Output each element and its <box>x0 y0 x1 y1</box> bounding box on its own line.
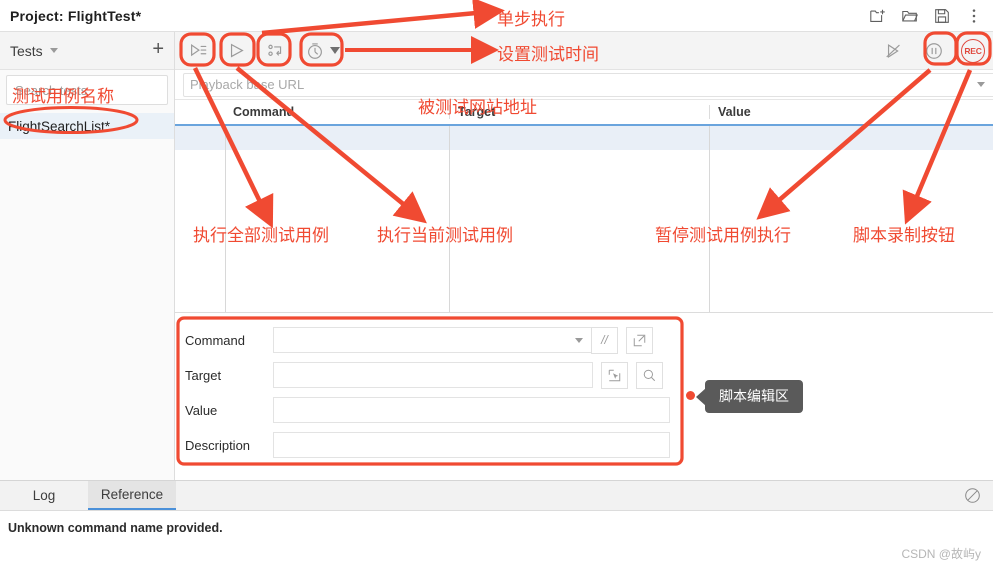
step-execution-button[interactable] <box>263 38 289 64</box>
no-entry-icon <box>965 488 980 503</box>
tests-header-label: Tests <box>10 42 43 59</box>
cursor-select-icon <box>608 369 621 381</box>
console-area: Log Reference Unknown command name provi… <box>0 480 993 568</box>
run-current-test-button[interactable] <box>224 38 250 64</box>
chevron-down-icon <box>330 47 340 54</box>
column-header-command: Command <box>233 105 295 119</box>
playback-toolbar: REC <box>175 32 993 70</box>
description-input[interactable] <box>273 432 670 458</box>
table-header: Command Target Value <box>175 100 993 126</box>
playback-url-row <box>175 70 993 100</box>
command-editor: Command // Target Value Description <box>175 312 993 480</box>
console-message: Unknown command name provided. <box>8 521 223 535</box>
command-editor-form: Command // Target Value Description <box>185 326 685 458</box>
column-header-value: Value <box>709 105 993 119</box>
value-input[interactable] <box>273 397 670 423</box>
more-options-icon[interactable] <box>965 7 983 25</box>
tab-reference[interactable]: Reference <box>88 481 176 510</box>
editor-panel: REC Command Target Value <box>175 32 993 480</box>
chevron-down-icon[interactable] <box>49 48 58 53</box>
tab-log[interactable]: Log <box>0 481 88 510</box>
description-label: Description <box>185 437 251 453</box>
value-label: Value <box>185 402 218 418</box>
toolbar-right-group: REC <box>881 38 985 64</box>
clear-log-button[interactable] <box>964 481 993 510</box>
run-all-tests-button[interactable] <box>185 38 211 64</box>
open-project-icon[interactable] <box>901 7 919 25</box>
description-row: Description <box>185 432 685 458</box>
external-link-icon <box>633 334 646 346</box>
search-input[interactable] <box>13 81 193 99</box>
save-project-icon[interactable] <box>933 7 951 25</box>
comment-slash-icon: // <box>601 333 608 347</box>
command-label: Command <box>185 332 245 348</box>
target-row: Target <box>185 361 685 389</box>
test-speed-button[interactable] <box>302 38 340 64</box>
search-icon <box>643 369 656 381</box>
disable-breakpoints-button[interactable] <box>881 38 907 64</box>
table-row[interactable] <box>175 126 993 150</box>
select-target-button[interactable] <box>601 361 628 389</box>
record-button[interactable]: REC <box>961 38 985 63</box>
tab-log-label: Log <box>32 488 56 503</box>
playback-url-input[interactable] <box>183 72 993 97</box>
tab-reference-label: Reference <box>100 487 164 502</box>
commands-table: Command Target Value <box>175 100 993 312</box>
comment-toggle-button[interactable]: // <box>591 326 618 354</box>
tests-header: Tests + <box>0 32 174 70</box>
add-test-button[interactable]: + <box>150 39 166 62</box>
open-command-docs-button[interactable] <box>626 326 653 354</box>
pause-button[interactable] <box>921 38 947 64</box>
value-row: Value <box>185 397 685 423</box>
tests-list: FlightSearchList* <box>0 113 174 139</box>
command-row: Command // <box>185 326 685 354</box>
test-item-label: FlightSearchList* <box>8 118 111 134</box>
command-input[interactable] <box>273 327 593 353</box>
list-item[interactable]: FlightSearchList* <box>0 113 174 139</box>
page-title: Project: FlightTest* <box>10 7 142 24</box>
project-actions <box>869 0 987 31</box>
table-grid-lines <box>175 126 993 312</box>
target-label: Target <box>185 367 222 383</box>
console-tabs: Log Reference <box>0 481 993 511</box>
main-split: Tests + FlightSearchList* <box>0 32 993 480</box>
target-input[interactable] <box>273 362 593 388</box>
new-project-icon[interactable] <box>869 7 887 25</box>
column-header-target: Target <box>449 105 709 119</box>
stopwatch-icon <box>302 38 328 64</box>
search-tests-row[interactable] <box>6 75 193 105</box>
watermark: CSDN @故屿y <box>901 547 981 561</box>
tests-sidebar: Tests + FlightSearchList* <box>0 32 193 480</box>
table-body <box>175 126 993 312</box>
find-target-button[interactable] <box>636 361 663 389</box>
project-bar: Project: FlightTest* <box>0 0 993 32</box>
